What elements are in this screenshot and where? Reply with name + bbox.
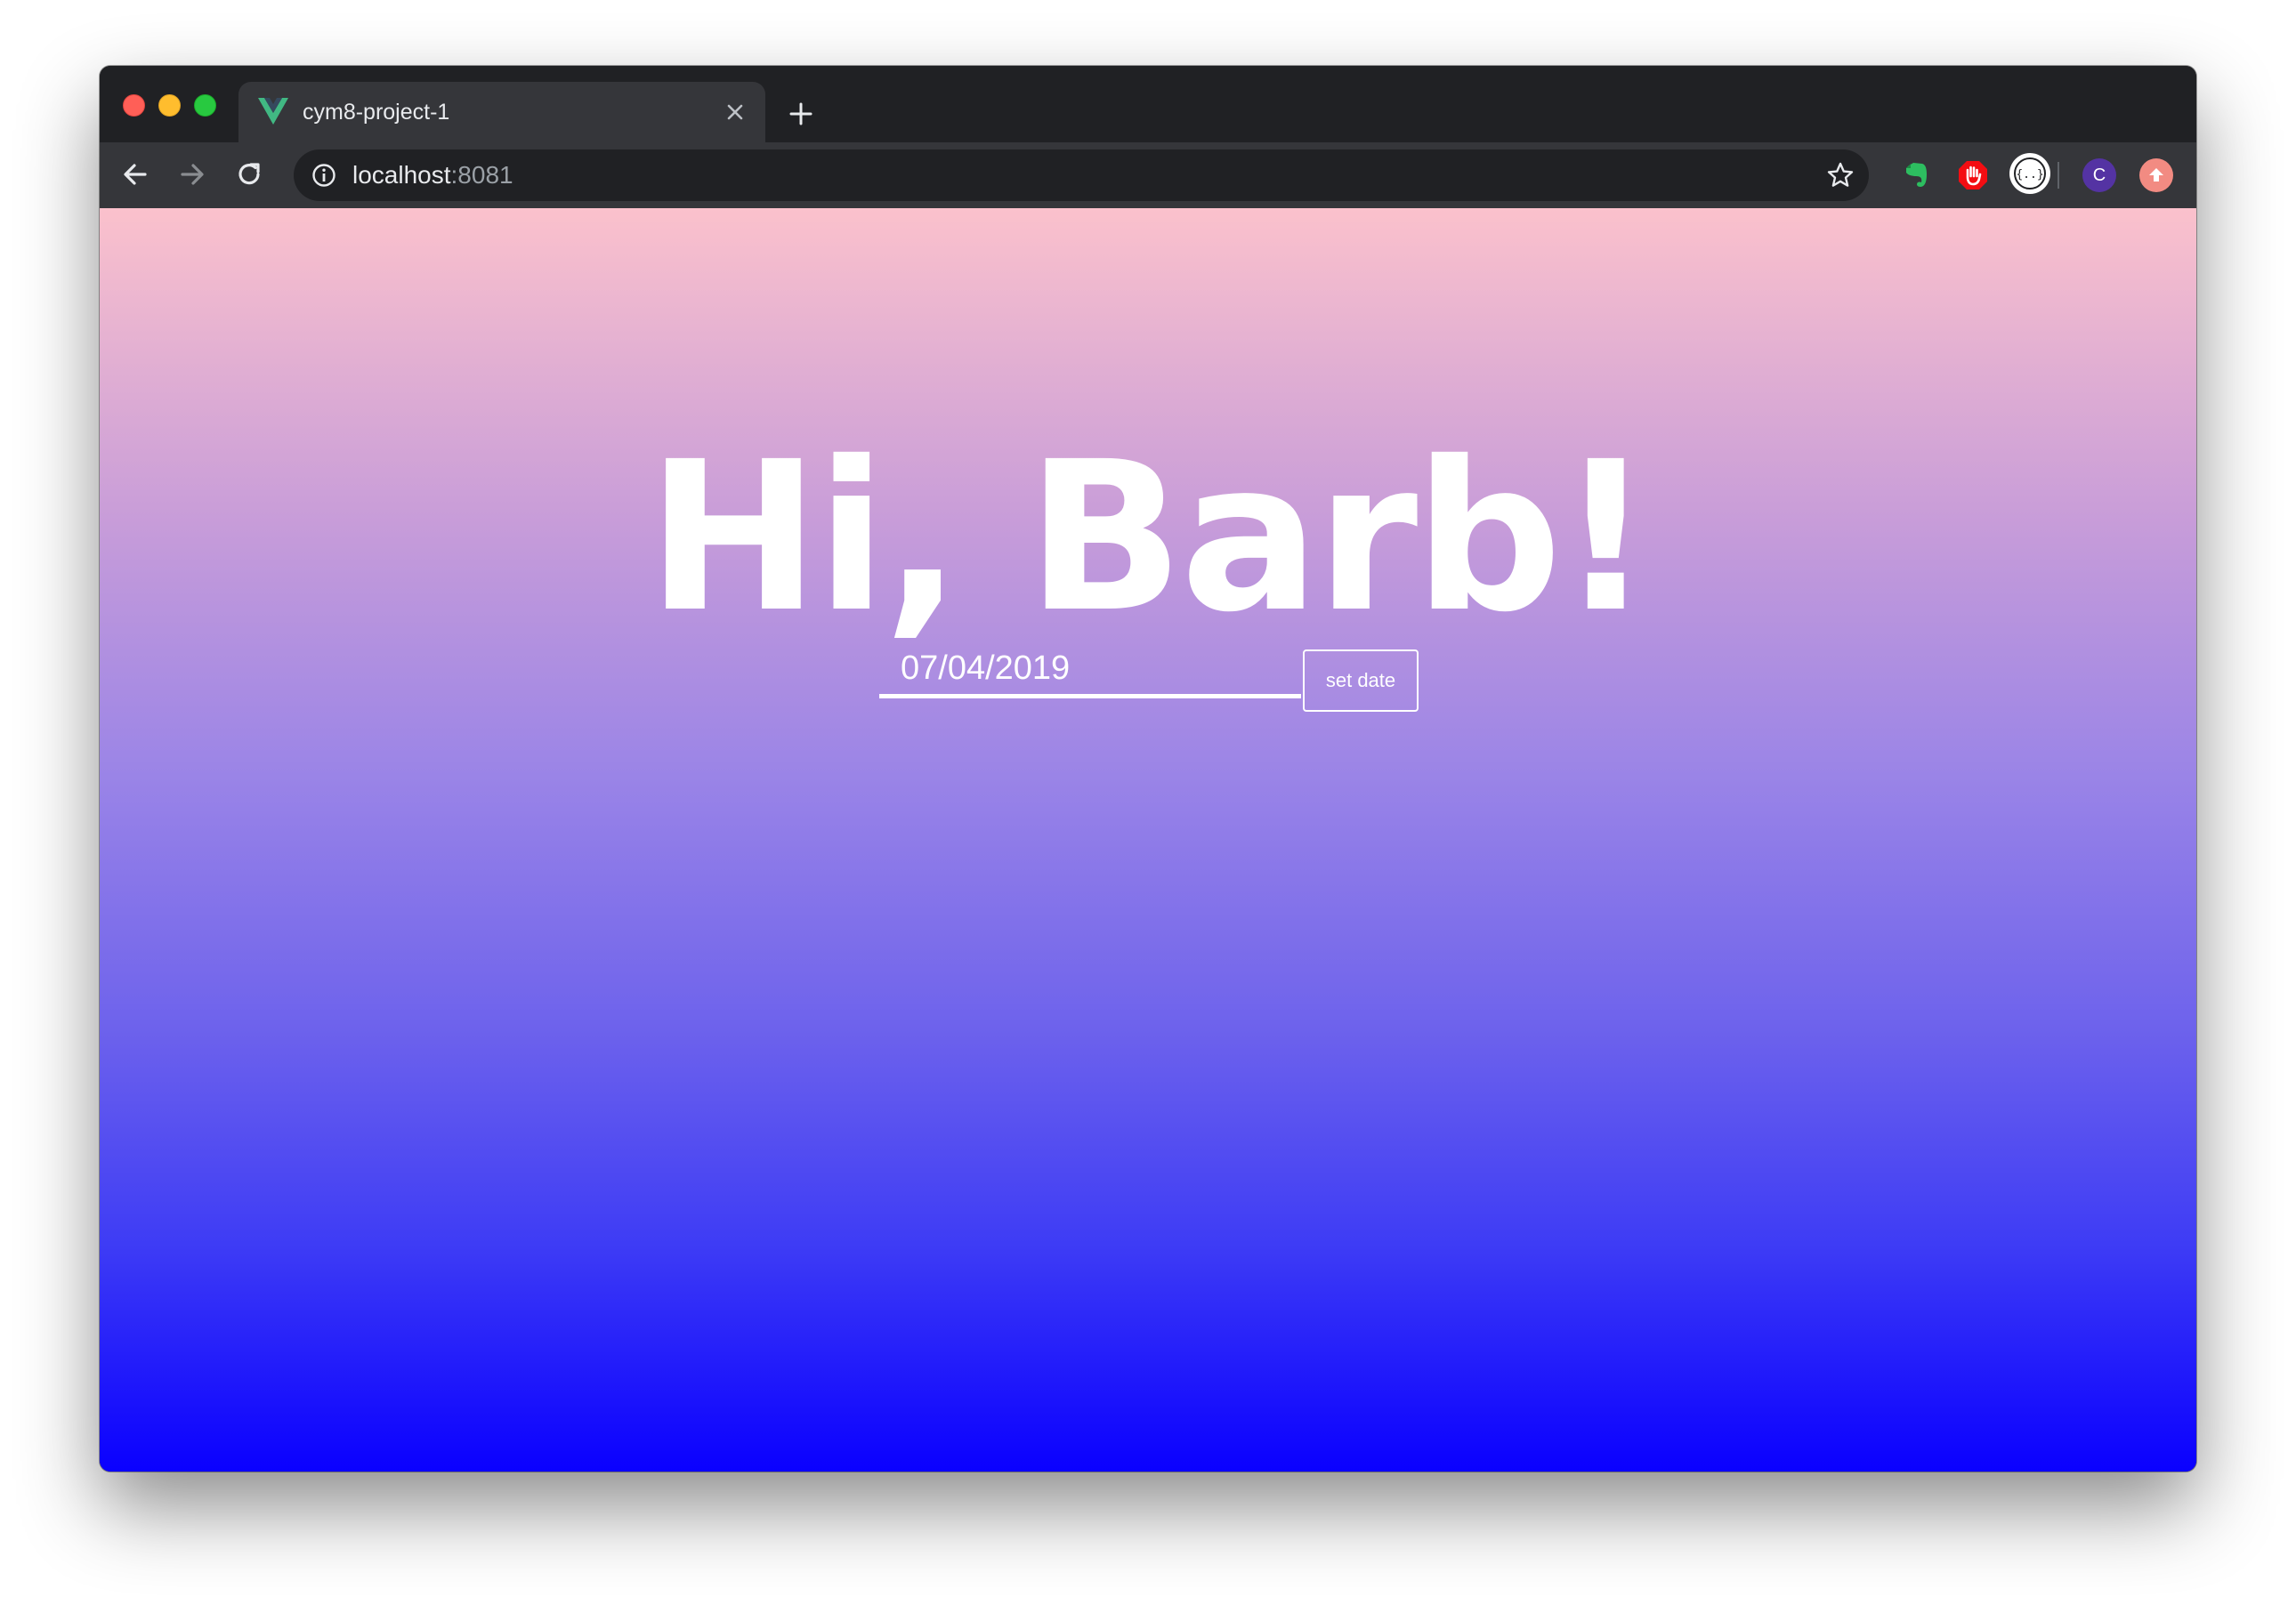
url-port: :8081 — [450, 161, 513, 189]
url-host: localhost — [352, 161, 451, 189]
svg-text:{..}: {..} — [2016, 168, 2043, 181]
close-window-button[interactable] — [123, 94, 145, 117]
back-button[interactable] — [116, 155, 155, 194]
browser-tab[interactable]: cym8-project-1 — [238, 82, 765, 142]
arrow-left-icon — [124, 164, 147, 185]
json-viewer-icon[interactable]: {..} — [2009, 153, 2050, 194]
bookmark-star-icon[interactable] — [1826, 161, 1855, 190]
reload-icon — [238, 163, 260, 185]
update-icon[interactable] — [2139, 158, 2173, 192]
profile-avatar-icon[interactable]: C — [2082, 158, 2116, 192]
tab-strip: cym8-project-1 — [100, 66, 2196, 142]
set-date-button[interactable]: set date — [1303, 649, 1419, 712]
evernote-icon[interactable] — [1899, 158, 1933, 192]
vue-logo-icon — [258, 98, 288, 125]
date-input[interactable] — [879, 642, 1301, 698]
page-viewport: Hi, Barb! set date — [100, 208, 2196, 1472]
toolbar-divider — [2058, 162, 2059, 189]
browser-window: cym8-project-1 localhost:8081 {..} C Hi,… — [100, 66, 2196, 1472]
arrow-right-icon — [181, 164, 204, 185]
tab-title: cym8-project-1 — [303, 100, 450, 125]
browser-toolbar: localhost:8081 {..} C — [100, 142, 2196, 208]
minimize-window-button[interactable] — [158, 94, 181, 117]
new-tab-button[interactable] — [785, 98, 817, 130]
plus-icon — [789, 102, 812, 125]
info-icon[interactable] — [311, 163, 336, 188]
forward-button[interactable] — [173, 155, 212, 194]
profile-avatar-letter: C — [2092, 165, 2106, 185]
maximize-window-button[interactable] — [194, 94, 216, 117]
reload-button[interactable] — [230, 155, 269, 194]
close-tab-icon[interactable] — [721, 98, 749, 126]
url-text[interactable]: localhost:8081 — [352, 160, 513, 190]
adblock-icon[interactable] — [1956, 158, 1990, 192]
greeting-heading: Hi, Barb! — [646, 417, 1653, 657]
address-bar[interactable]: localhost:8081 — [294, 149, 1869, 201]
